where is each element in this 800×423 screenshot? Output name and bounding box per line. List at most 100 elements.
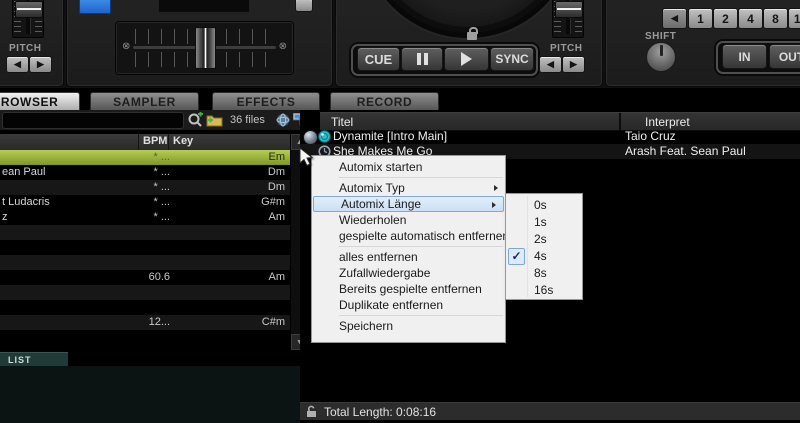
menu-item-automix-starten[interactable]: Automix starten [312,159,505,175]
playlist-row-artist: Taio Cruz [625,129,676,143]
playlist-row-title: Dynamite [Intro Main] [333,129,447,143]
browser-toolbar: 36 files [0,110,300,131]
menu-item-bereits-gespielte-entfernen[interactable]: Bereits gespielte entfernen [312,281,505,297]
crossfader-left-end-icon: ⊗ [122,42,130,52]
menu-item-gespielte-entfernen[interactable]: gespielte automatisch entfernen [312,228,505,244]
file-row[interactable]: ean Paul * ... Dm [0,165,290,180]
pitch-label-right: PITCH [550,43,583,54]
menu-item-duplikate-entfernen[interactable]: Duplikate entfernen [312,297,505,313]
menu-item-speichern[interactable]: Speichern [312,318,505,334]
menu-item-zufallwiedergabe[interactable]: Zufallwiedergabe [312,265,505,281]
submenu-item-4s[interactable]: ✓ 4s [506,248,582,265]
automix-laenge-submenu: 0s 1s 2s ✓ 4s 8s 16s [505,193,583,300]
file-list-header[interactable]: BPM Key [0,134,290,150]
unlock-icon[interactable] [306,405,318,418]
loop-1-button[interactable]: 1 [688,8,713,29]
deck1-panel: PITCH ◀ ▶ [0,0,64,87]
column-key[interactable]: Key [173,135,193,147]
sidelist-tab[interactable]: LIST [0,352,68,367]
crossfader[interactable]: ⊗ ⊗ [116,22,293,74]
pitch-label-left: PITCH [9,43,42,54]
submenu-item-2s[interactable]: 2s [506,231,582,248]
menu-separator [339,315,503,316]
loop-panel: LOOP ◀ 1 2 4 8 16 SHIFT IN OUT [605,0,800,87]
submenu-item-8s[interactable]: 8s [506,265,582,282]
loop-2-button[interactable]: 2 [713,8,738,29]
file-row[interactable]: z * ... Am [0,210,290,225]
loop-in-button[interactable]: IN [722,44,767,69]
search-icon[interactable] [187,112,204,129]
mixer-right-button[interactable] [295,0,313,12]
shift-label: SHIFT [645,31,676,42]
pause-button[interactable] [401,47,443,71]
loop-8-button[interactable]: 8 [763,8,788,29]
column-interpret[interactable]: Interpret [645,115,690,129]
pitch-plus-button-right[interactable]: ▶ [562,56,585,73]
column-titel[interactable]: Titel [331,115,353,129]
tab-browser[interactable]: BROWSER [0,92,80,111]
submenu-item-16s[interactable]: 16s [506,282,582,299]
file-row[interactable] [0,255,290,270]
loop-16-button[interactable]: 16 [788,8,800,29]
tab-record[interactable]: RECORD [330,92,439,111]
total-length: Total Length: 0:08:16 [324,405,436,419]
file-row[interactable] [0,225,290,240]
add-folder-icon[interactable] [206,113,223,127]
playlist-status-bar: Total Length: 0:08:16 [300,402,800,420]
submenu-arrow-icon [494,185,498,191]
pitch-slider-right[interactable] [552,0,584,38]
checkmark-icon: ✓ [508,248,525,265]
pitch-slider-right-handle[interactable] [555,1,583,18]
virtualdj-window: PITCH ◀ ▶ ⊗ ⊗ CUE SYNC PITCH ◀ [0,0,800,423]
loop-out-button[interactable]: OUT [769,44,800,69]
file-list: BPM Key * ... Em ean Paul * ... Dm * ...… [0,130,308,350]
globe-icon[interactable] [276,113,291,127]
cue-button[interactable]: CUE [357,47,400,71]
lock-icon [467,32,477,40]
loop-4-button[interactable]: 4 [738,8,763,29]
submenu-item-1s[interactable]: 1s [506,214,582,231]
menu-item-alles-entfernen[interactable]: alles entfernen [312,249,505,265]
menu-separator [339,246,503,247]
search-input[interactable] [2,112,184,129]
sidelist-panel [0,366,300,423]
play-button[interactable] [444,47,489,71]
tab-effects[interactable]: EFFECTS [212,92,320,111]
crossfader-handle[interactable] [195,27,216,69]
pitch-minus-button-right[interactable]: ◀ [539,56,562,73]
pitch-slider-left-handle[interactable] [15,1,43,18]
menu-item-automix-laenge[interactable]: Automix Länge [313,196,504,212]
submenu-arrow-icon [492,202,496,208]
mouse-cursor [299,147,315,167]
file-row[interactable] [0,285,290,300]
mixer-display [158,0,250,13]
playlist-row-artist: Arash Feat. Sean Paul [625,144,746,158]
playlist-row[interactable]: Dynamite [Intro Main] Taio Cruz [300,129,800,144]
file-row-selected[interactable]: * ... Em [0,150,290,165]
deck2-panel: CUE SYNC PITCH ◀ ▶ [335,0,603,87]
pitch-minus-button-left[interactable]: ◀ [6,56,29,73]
sync-button[interactable]: SYNC [490,47,534,71]
loop-half-button[interactable]: ◀ [662,8,687,29]
play-icon [461,52,472,66]
deck-indicator-icon [303,130,318,145]
menu-separator [339,177,503,178]
file-row[interactable]: 60.6 Am [0,270,290,285]
shift-knob[interactable] [646,42,676,72]
column-bpm[interactable]: BPM [143,135,167,147]
automix-context-menu: Automix starten Automix Typ Automix Läng… [311,155,506,343]
loop-label: LOOP [612,0,642,3]
file-row[interactable]: 12... C#m [0,315,290,330]
tab-sampler[interactable]: SAMPLER [90,92,199,111]
menu-item-automix-typ[interactable]: Automix Typ [312,180,505,196]
pitch-slider-left[interactable] [12,0,44,38]
menu-item-wiederholen[interactable]: Wiederholen [312,212,505,228]
crossfader-right-end-icon: ⊗ [279,42,287,52]
analyzed-icon [318,130,331,143]
submenu-item-0s[interactable]: 0s [506,197,582,214]
pause-icon [417,53,428,65]
key-button[interactable] [79,0,111,14]
file-row[interactable]: * ... Dm [0,180,290,195]
pitch-plus-button-left[interactable]: ▶ [29,56,52,73]
file-row[interactable]: t Ludacris * ... G#m [0,195,290,210]
